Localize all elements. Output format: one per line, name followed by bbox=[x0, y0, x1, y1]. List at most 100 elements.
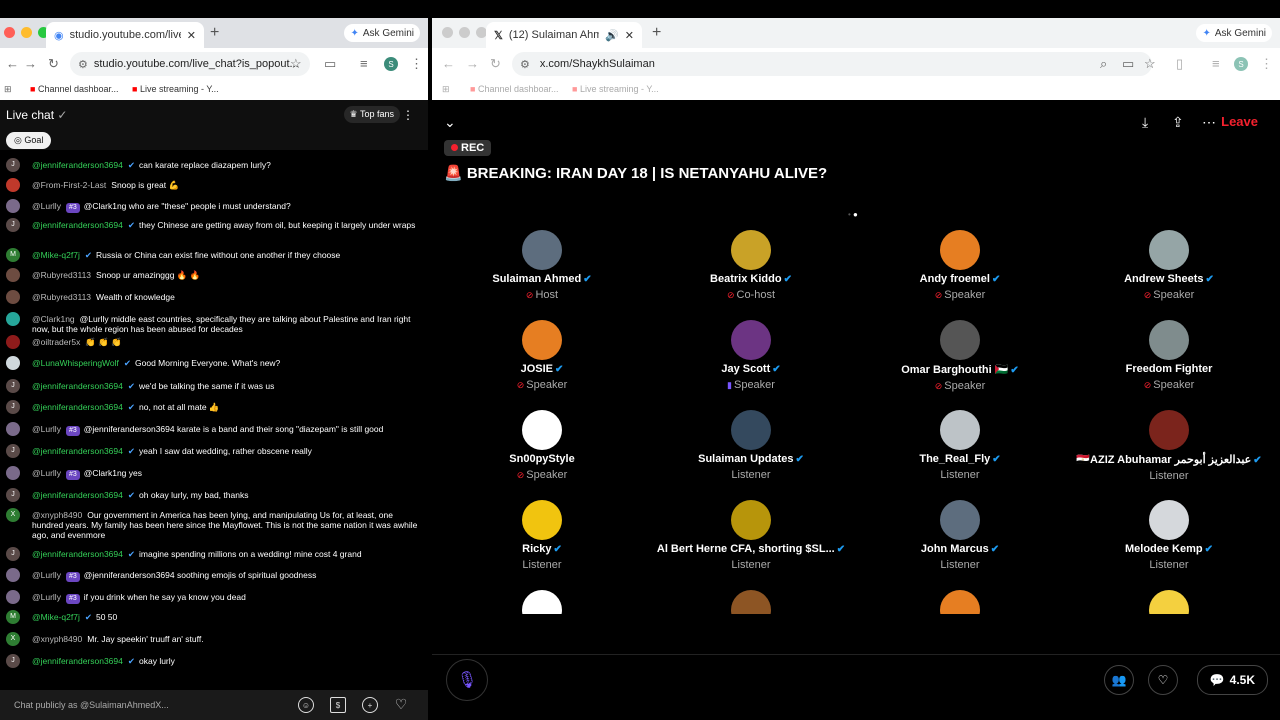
ask-gemini-button[interactable]: ✦ Ask Gemini bbox=[1196, 24, 1272, 42]
participant[interactable]: Sn00pyStyle ⊘ Speaker bbox=[438, 410, 646, 481]
participant[interactable]: The_Real_Fly ✔ Listener bbox=[856, 410, 1064, 481]
chat-author[interactable]: @From-First-2-Last bbox=[32, 180, 106, 190]
avatar[interactable]: J bbox=[6, 654, 20, 668]
tab-live-chat[interactable]: ◉ studio.youtube.com/live_chat ✕ bbox=[46, 22, 204, 48]
chat-author[interactable]: @xnyph8490 bbox=[32, 634, 82, 644]
bookmark-live-streaming[interactable]: ■ Live streaming - Y... bbox=[572, 84, 659, 94]
participant[interactable]: Andrew Sheets ✔ ⊘ Speaker bbox=[1065, 230, 1273, 301]
participant[interactable]: Jay Scott ✔ ▮ Speaker bbox=[647, 320, 855, 391]
forward-icon[interactable]: → bbox=[24, 56, 37, 71]
avatar[interactable]: J bbox=[6, 379, 20, 393]
participant[interactable]: Andy froemel ✔ ⊘ Speaker bbox=[856, 230, 1064, 301]
avatar[interactable] bbox=[6, 312, 20, 326]
avatar[interactable] bbox=[6, 178, 20, 192]
replies-button[interactable]: 💬 4.5K bbox=[1196, 665, 1268, 695]
chat-input[interactable]: Chat publicly as @SulaimanAhmedX... bbox=[14, 700, 169, 710]
participant[interactable] bbox=[438, 590, 646, 614]
leave-button[interactable]: Leave bbox=[1221, 114, 1258, 129]
participant-avatar[interactable] bbox=[731, 410, 771, 450]
participant[interactable]: Omar Barghouthi 🇵🇸 ✔ ⊘ Speaker bbox=[856, 320, 1064, 392]
avatar[interactable]: J bbox=[6, 444, 20, 458]
close-window-button[interactable] bbox=[4, 27, 15, 38]
bookmark-star-icon[interactable]: ☆ bbox=[290, 56, 302, 72]
bookmark-star-icon[interactable]: ☆ bbox=[1144, 56, 1156, 72]
share-icon[interactable]: ⇪ bbox=[1172, 114, 1184, 131]
chat-author[interactable]: @Rubyred3113 bbox=[32, 270, 91, 280]
extensions-icon[interactable]: ≡ bbox=[360, 56, 368, 71]
close-window-button[interactable] bbox=[442, 27, 453, 38]
profile-avatar[interactable]: S bbox=[384, 57, 398, 71]
chat-author[interactable]: @Lurlly bbox=[32, 570, 61, 580]
participant[interactable]: JOSIE ✔ ⊘ Speaker bbox=[438, 320, 646, 391]
super-chat-icon[interactable]: $ bbox=[330, 697, 346, 713]
chat-author[interactable]: @oiltrader5x bbox=[32, 337, 80, 347]
bookmark-channel-dashboard[interactable]: ■ Channel dashboar... bbox=[30, 84, 119, 94]
participant[interactable]: Ricky ✔ Listener bbox=[438, 500, 646, 571]
heart-icon[interactable]: ♡ bbox=[394, 696, 408, 712]
chat-author[interactable]: @Lurlly bbox=[32, 424, 61, 434]
microphone-button[interactable]: 🎙 bbox=[446, 659, 488, 701]
avatar[interactable]: J bbox=[6, 218, 20, 232]
more-menu-icon[interactable]: ⋮ bbox=[410, 56, 423, 72]
participant-avatar[interactable] bbox=[940, 230, 980, 270]
profile-avatar[interactable]: S bbox=[1234, 57, 1248, 71]
avatar[interactable] bbox=[6, 290, 20, 304]
avatar[interactable] bbox=[6, 335, 20, 349]
zoom-icon[interactable]: ⌕ bbox=[1100, 56, 1107, 72]
participant-avatar[interactable] bbox=[940, 590, 980, 614]
chat-menu-icon[interactable]: ⋮ bbox=[402, 108, 414, 122]
chat-author[interactable]: @jenniferanderson3694 bbox=[32, 160, 123, 170]
participant[interactable]: Melodee Kemp ✔ Listener bbox=[1065, 500, 1273, 571]
participant-avatar[interactable] bbox=[1149, 320, 1189, 360]
screen-cast-icon[interactable]: ▭ bbox=[324, 56, 336, 72]
chat-author[interactable]: @Mike-q2f7j bbox=[32, 612, 80, 622]
participant-avatar[interactable] bbox=[731, 590, 771, 614]
minimize-window-button[interactable] bbox=[459, 27, 470, 38]
chat-author[interactable]: @Lurlly bbox=[32, 592, 61, 602]
chat-author[interactable]: @Lurlly bbox=[32, 468, 61, 478]
close-tab-icon[interactable]: ✕ bbox=[625, 29, 634, 42]
emoji-icon[interactable]: ☺ bbox=[298, 697, 314, 713]
participant[interactable] bbox=[1065, 590, 1273, 614]
avatar[interactable]: X bbox=[6, 632, 20, 646]
avatar[interactable] bbox=[6, 356, 20, 370]
ask-gemini-button[interactable]: ✦ Ask Gemini bbox=[344, 24, 420, 42]
avatar[interactable] bbox=[6, 568, 20, 582]
back-icon[interactable]: ← bbox=[6, 56, 19, 71]
apps-grid-icon[interactable]: ⊞ bbox=[4, 84, 12, 95]
url-field[interactable]: ⚙ studio.youtube.com/live_chat?is_popout… bbox=[70, 52, 310, 76]
bookmark-live-streaming[interactable]: ■ Live streaming - Y... bbox=[132, 84, 219, 94]
participant[interactable]: Beatrix Kiddo ✔ ⊘ Co-host bbox=[647, 230, 855, 301]
chat-author[interactable]: @Lurlly bbox=[32, 201, 61, 211]
chat-author[interactable]: @jenniferanderson3694 bbox=[32, 220, 123, 230]
participant-avatar[interactable] bbox=[522, 320, 562, 360]
participant-avatar[interactable] bbox=[522, 500, 562, 540]
top-fans-button[interactable]: ♛ Top fans bbox=[343, 106, 400, 123]
chat-author[interactable]: @jenniferanderson3694 bbox=[32, 381, 123, 391]
participant-avatar[interactable] bbox=[731, 230, 771, 270]
avatar[interactable]: J bbox=[6, 488, 20, 502]
participant[interactable]: Sulaiman Ahmed ✔ ⊘ Host bbox=[438, 230, 646, 301]
avatar[interactable] bbox=[6, 422, 20, 436]
people-button[interactable]: 👥 bbox=[1104, 665, 1134, 695]
apps-grid-icon[interactable]: ⊞ bbox=[442, 84, 450, 95]
more-options-icon[interactable]: ⋯ bbox=[1202, 114, 1216, 131]
chat-author[interactable]: @Clark1ng bbox=[32, 314, 75, 324]
participant-avatar[interactable] bbox=[1149, 410, 1189, 450]
participant-avatar[interactable] bbox=[940, 410, 980, 450]
minimize-window-button[interactable] bbox=[21, 27, 32, 38]
participant[interactable]: Al Bert Herne CFA, shorting $SL... ✔ Liste… bbox=[647, 500, 855, 571]
forward-icon[interactable]: → bbox=[466, 56, 479, 71]
new-tab-button[interactable]: + bbox=[652, 24, 661, 42]
avatar[interactable]: J bbox=[6, 400, 20, 414]
avatar[interactable] bbox=[6, 466, 20, 480]
avatar[interactable]: J bbox=[6, 547, 20, 561]
more-menu-icon[interactable]: ⋮ bbox=[1260, 56, 1273, 72]
url-field[interactable]: ⚙ x.com/ShaykhSulaiman bbox=[512, 52, 1152, 76]
avatar[interactable]: M bbox=[6, 610, 20, 624]
participant[interactable] bbox=[856, 590, 1064, 614]
bookmark-channel-dashboard[interactable]: ■ Channel dashboar... bbox=[470, 84, 559, 94]
chat-author[interactable]: @jenniferanderson3694 bbox=[32, 490, 123, 500]
avatar[interactable]: X bbox=[6, 508, 20, 522]
close-tab-icon[interactable]: ✕ bbox=[187, 29, 196, 42]
